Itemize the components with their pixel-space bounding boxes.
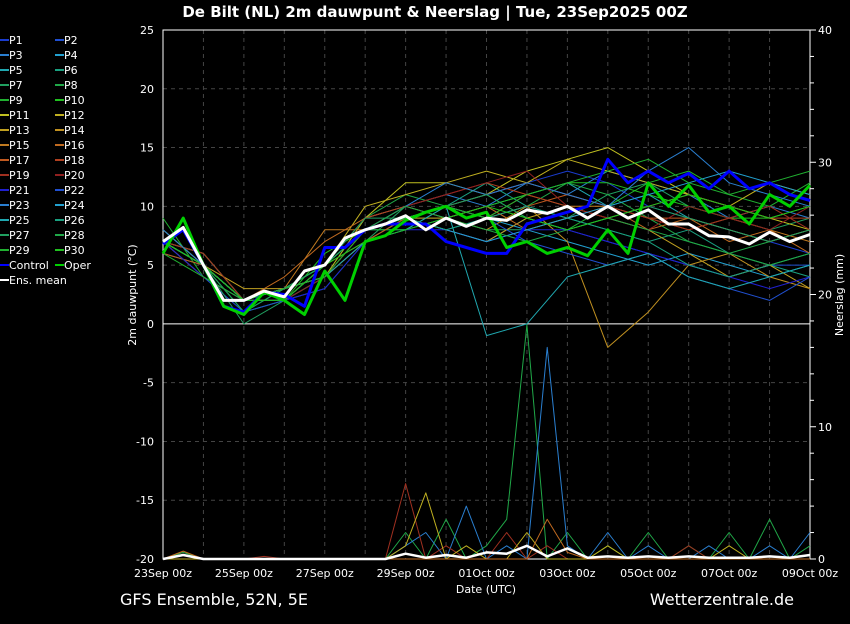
- legend-entry-oper: Oper: [64, 259, 91, 272]
- footer-model: GFS Ensemble, 52N, 5E: [120, 590, 308, 609]
- y-tick-label: 25: [140, 24, 154, 37]
- legend-entry-p19: P19: [9, 169, 30, 182]
- chart: De Bilt (NL) 2m dauwpunt & Neerslag | Tu…: [0, 0, 850, 620]
- x-tick-label: 07Oct 00z: [701, 567, 758, 580]
- legend-entry-p11: P11: [9, 109, 30, 122]
- legend-entry-p4: P4: [64, 49, 78, 62]
- legend-entry-p8: P8: [64, 79, 78, 92]
- legend-entry-p22: P22: [64, 184, 85, 197]
- legend-entry-p26: P26: [64, 214, 85, 227]
- legend-entry-p5: P5: [9, 64, 23, 77]
- legend-entry-p30: P30: [64, 244, 85, 257]
- y-tick-label: -15: [136, 494, 154, 507]
- legend-entry-p18: P18: [64, 154, 85, 167]
- legend-entry-p24: P24: [64, 199, 85, 212]
- x-tick-label: 05Oct 00z: [620, 567, 677, 580]
- x-tick-label: 27Sep 00z: [296, 567, 354, 580]
- legend-entry-p1: P1: [9, 34, 23, 47]
- legend-entry-p28: P28: [64, 229, 85, 242]
- x-tick-label: 09Oct 00z: [782, 567, 839, 580]
- legend-entry-p10: P10: [64, 94, 85, 107]
- legend-entry-p14: P14: [64, 124, 85, 137]
- legend-entry-p9: P9: [9, 94, 23, 107]
- legend-entry-p3: P3: [9, 49, 23, 62]
- legend-entry-p17: P17: [9, 154, 30, 167]
- x-axis-label: Date (UTC): [456, 583, 516, 596]
- y-tick-label: 5: [147, 259, 154, 272]
- legend-entry-p29: P29: [9, 244, 30, 257]
- x-tick-label: 23Sep 00z: [134, 567, 192, 580]
- y2-tick-label: 40: [818, 24, 832, 37]
- y-tick-label: -20: [136, 553, 154, 566]
- y-tick-label: 15: [140, 142, 154, 155]
- legend-entry-p27: P27: [9, 229, 30, 242]
- legend-entry-control: Control: [9, 259, 49, 272]
- legend-entry-ens-mean: Ens. mean: [9, 274, 67, 287]
- y2-tick-label: 10: [818, 421, 832, 434]
- legend-entry-p2: P2: [64, 34, 78, 47]
- y-tick-label: -10: [136, 435, 154, 448]
- legend-entry-p16: P16: [64, 139, 85, 152]
- x-tick-label: 01Oct 00z: [458, 567, 515, 580]
- x-tick-label: 25Sep 00z: [215, 567, 273, 580]
- x-tick-label: 29Sep 00z: [377, 567, 435, 580]
- legend-entry-p15: P15: [9, 139, 30, 152]
- y2-tick-label: 0: [818, 553, 825, 566]
- y-tick-label: 0: [147, 318, 154, 331]
- chart-title: De Bilt (NL) 2m dauwpunt & Neerslag | Tu…: [182, 3, 687, 22]
- legend-entry-p23: P23: [9, 199, 30, 212]
- y-tick-label: 10: [140, 200, 154, 213]
- legend-entry-p20: P20: [64, 169, 85, 182]
- x-tick-label: 03Oct 00z: [539, 567, 596, 580]
- y2-axis-label: Neerslag (mm): [833, 254, 846, 336]
- y-tick-label: 20: [140, 83, 154, 96]
- legend-entry-p13: P13: [9, 124, 30, 137]
- legend-entry-p7: P7: [9, 79, 23, 92]
- legend-entry-p21: P21: [9, 184, 30, 197]
- legend-entry-p6: P6: [64, 64, 78, 77]
- y2-tick-label: 20: [818, 289, 832, 302]
- legend-entry-p12: P12: [64, 109, 85, 122]
- y-axis-label: 2m dauwpunt (°C): [126, 244, 139, 345]
- y2-tick-label: 30: [818, 156, 832, 169]
- y-tick-label: -5: [143, 377, 154, 390]
- legend-entry-p25: P25: [9, 214, 30, 227]
- footer-source: Wetterzentrale.de: [650, 590, 794, 609]
